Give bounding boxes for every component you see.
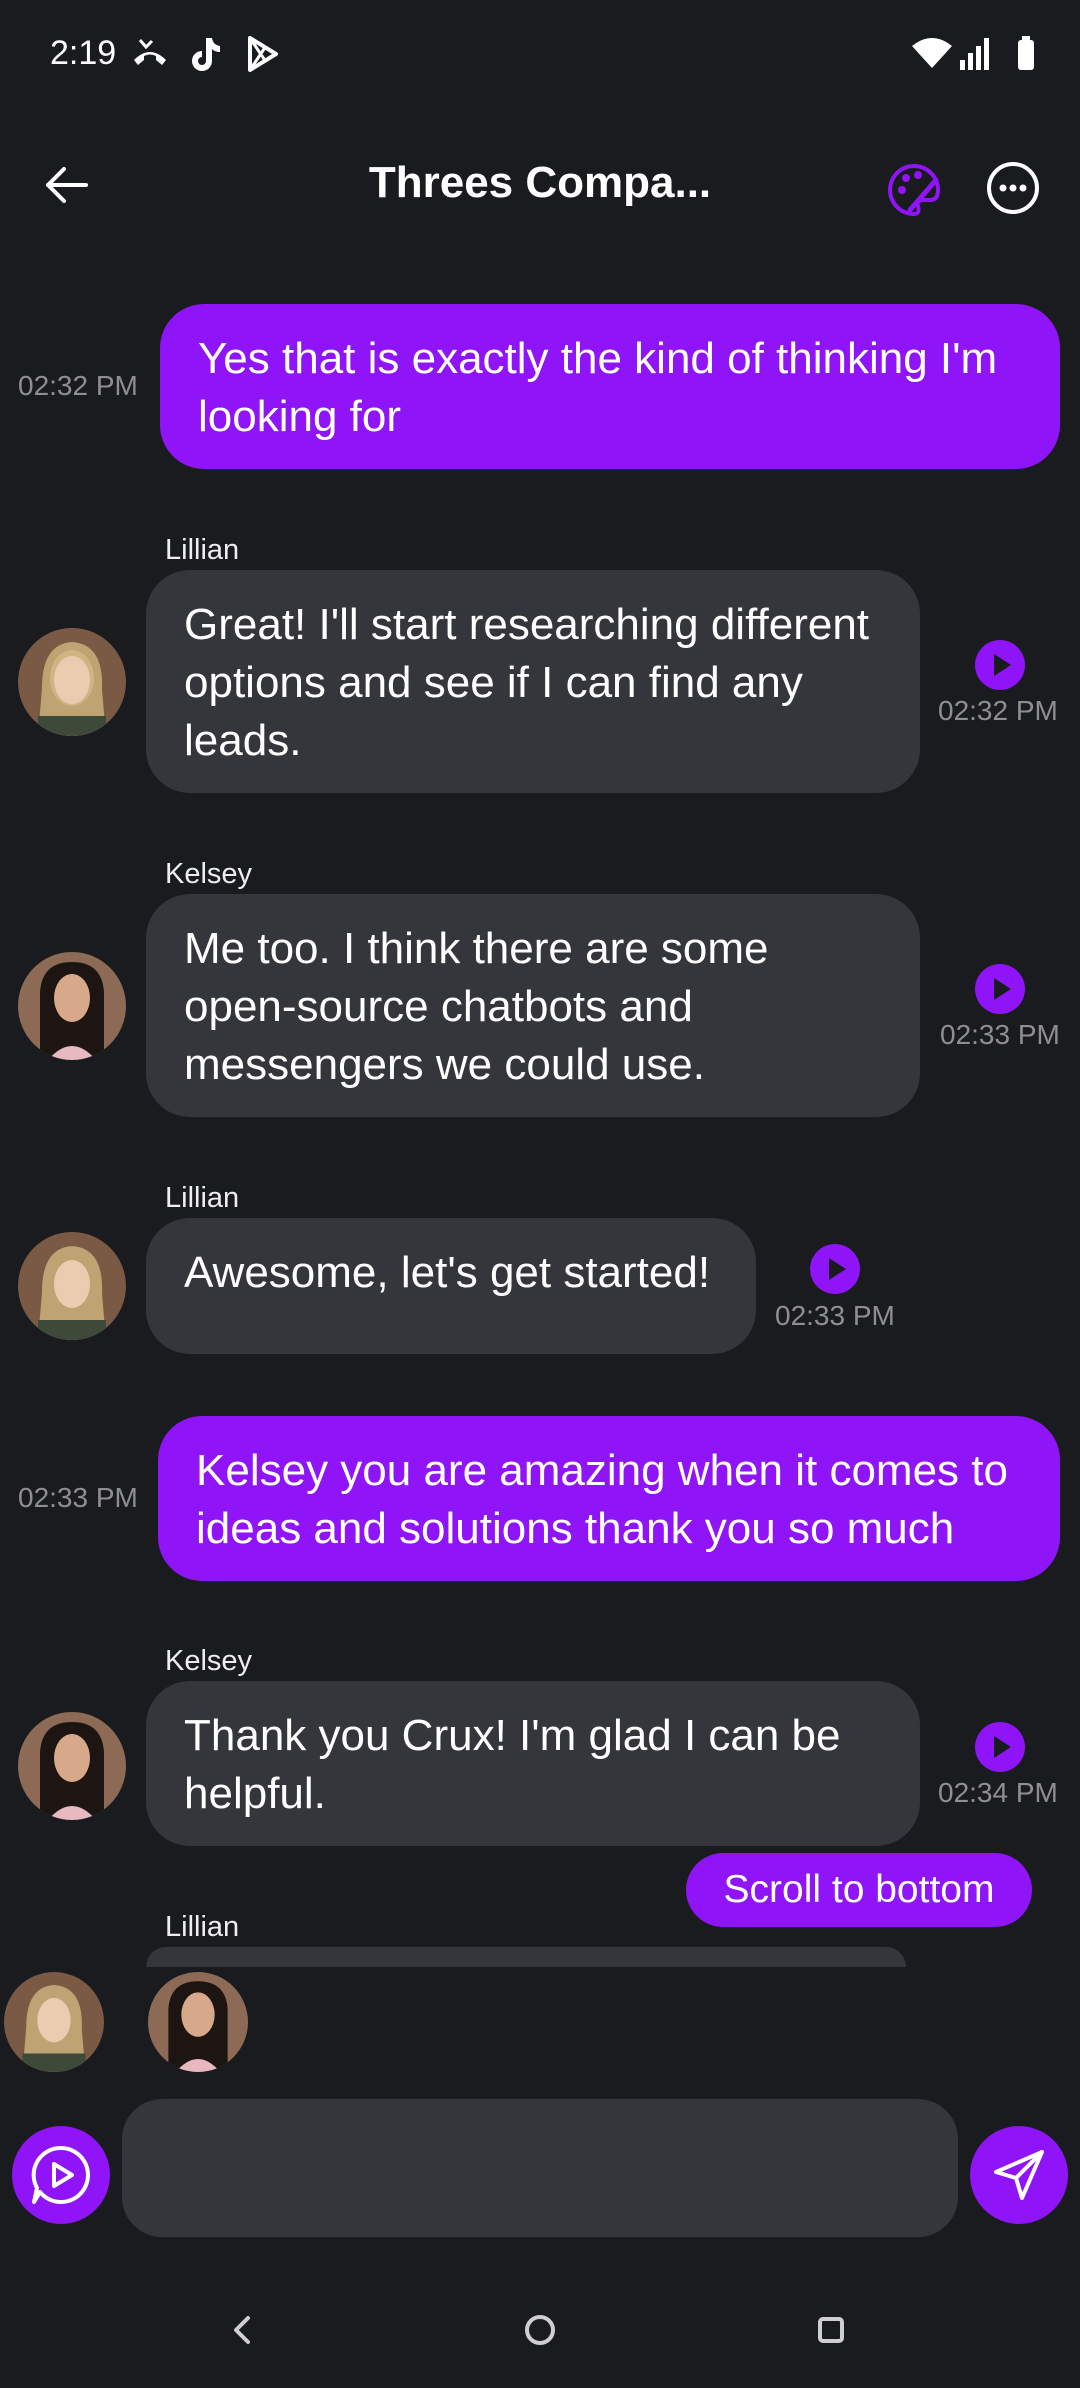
message-timestamp: 02:33 PM [940,1019,1060,1050]
missed-call-icon [134,39,166,65]
wifi-icon [912,38,952,68]
sender-name: Kelsey [165,1645,253,1677]
voice-chat-icon [31,2145,90,2204]
tiktok-icon [192,38,220,71]
nav-recents-icon[interactable] [801,2300,861,2360]
message-timestamp: 02:32 PM [938,695,1058,726]
sender-name: Lillian [165,1182,240,1214]
sender-name: Lillian [165,1911,240,1943]
participant-avatar-kelsey[interactable] [148,1972,248,2072]
play-audio-button[interactable] [975,640,1025,690]
send-icon [994,2150,1044,2200]
sender-name: Kelsey [165,858,253,890]
signal-icon [960,38,989,70]
nav-home-icon[interactable] [510,2300,570,2360]
scroll-to-bottom-button[interactable]: Scroll to bottom [686,1853,1032,1927]
message-bubble-incoming[interactable]: Great! I'll start researching different … [146,570,920,793]
message-bubble-outgoing[interactable]: Kelsey you are amazing when it comes to … [158,1416,1060,1581]
status-bar: 2:19 [0,0,1080,110]
play-audio-button[interactable] [975,1722,1025,1772]
send-button[interactable] [970,2126,1068,2224]
voice-message-button[interactable] [12,2126,110,2224]
sender-name: Lillian [165,534,240,566]
more-options-button[interactable] [985,160,1041,216]
play-store-icon [248,36,278,72]
message-bubble-incoming[interactable]: Me too. I think there are some open-sour… [146,894,920,1117]
play-audio-button[interactable] [810,1244,860,1294]
message-timestamp: 02:33 PM [775,1300,895,1331]
message-timestamp: 02:33 PM [18,1482,138,1513]
message-bubble-incoming[interactable] [146,1947,906,1967]
avatar-kelsey[interactable] [18,952,126,1060]
play-audio-button[interactable] [975,964,1025,1014]
message-bubble-incoming[interactable]: Awesome, let's get started! [146,1218,756,1354]
message-bubble-incoming[interactable]: Thank you Crux! I'm glad I can be helpfu… [146,1681,920,1846]
status-time: 2:19 [50,34,117,72]
participant-avatar-lillian[interactable] [4,1972,104,2072]
palette-icon[interactable] [884,160,944,220]
message-input[interactable] [122,2099,958,2237]
avatar-kelsey[interactable] [18,1712,126,1820]
avatar-lillian[interactable] [18,628,126,736]
page-title: Threes Compa... [368,158,712,207]
message-timestamp: 02:32 PM [18,370,138,401]
avatar-lillian[interactable] [18,1232,126,1340]
message-timestamp: 02:34 PM [938,1777,1058,1808]
message-bubble-outgoing[interactable]: Yes that is exactly the kind of thinking… [160,304,1060,469]
battery-icon [1018,36,1034,70]
back-button[interactable] [38,150,98,220]
nav-back-icon[interactable] [212,2300,272,2360]
